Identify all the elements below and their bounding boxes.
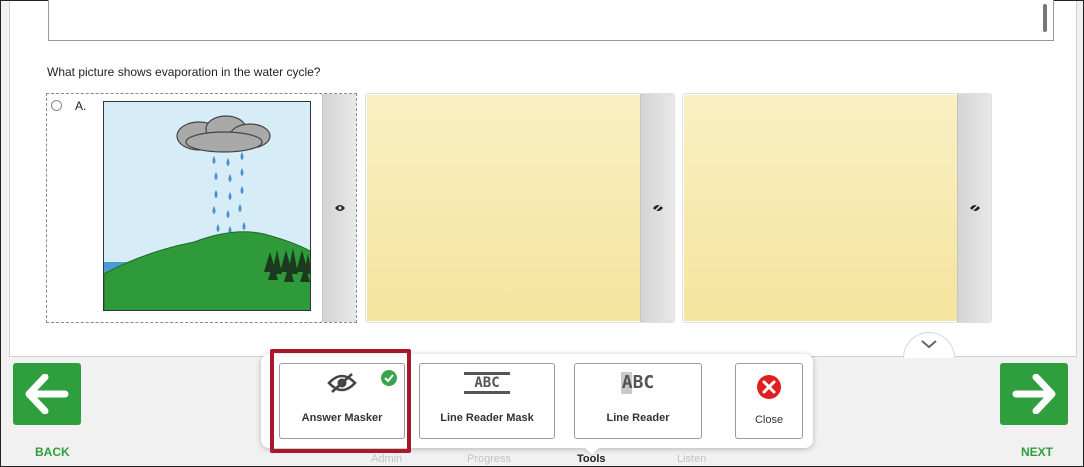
question-text: What picture shows evaporation in the wa… [47, 65, 321, 79]
answer-option-b[interactable] [365, 93, 675, 323]
tab-progress[interactable]: Progress [467, 453, 511, 465]
option-letter: A. [75, 99, 87, 113]
rain-cloud-over-hill-image [103, 101, 311, 311]
chevron-down-icon [921, 340, 937, 349]
arrow-right-icon [1012, 374, 1056, 414]
next-button[interactable] [1000, 363, 1068, 425]
line-reader-mask-button[interactable]: ABC Line Reader Mask [419, 363, 555, 439]
close-icon [757, 375, 781, 399]
eye-icon [334, 205, 345, 211]
passage-text-box[interactable] [48, 0, 1054, 41]
masked-answer-c [684, 95, 958, 321]
answer-option-c[interactable] [682, 93, 992, 323]
tools-panel: Answer Masker ABC Line Reader Mask ABC L… [261, 354, 813, 448]
scrollbar-thumb[interactable] [1043, 4, 1047, 32]
masked-answer-b [367, 95, 641, 321]
eye-slash-icon [327, 373, 357, 393]
tab-listen[interactable]: Listen [677, 453, 706, 465]
answer-masker-label: Answer Masker [301, 412, 383, 424]
line-reader-mask-icon: ABC [420, 372, 554, 394]
line-reader-icon: ABC [620, 372, 656, 394]
line-reader-mask-label: Line Reader Mask [440, 412, 534, 424]
radio-option-a[interactable] [51, 100, 62, 111]
eye-slash-icon [652, 203, 663, 213]
close-label: Close [754, 414, 784, 426]
answer-masker-button[interactable]: Answer Masker [279, 363, 405, 439]
checkmark-icon [381, 370, 397, 386]
line-reader-button[interactable]: ABC Line Reader [574, 363, 702, 439]
app-frame: What picture shows evaporation in the wa… [0, 0, 1084, 467]
line-reader-label: Line Reader [606, 412, 670, 424]
mask-toggle-option-a[interactable] [322, 94, 356, 322]
answer-option-a[interactable]: A. [46, 93, 357, 323]
tab-admin[interactable]: Admin [371, 453, 402, 465]
mask-toggle-option-b[interactable] [640, 94, 674, 322]
bottom-tabs: Admin Progress Tools Listen [1, 453, 1084, 467]
back-button[interactable] [13, 363, 81, 425]
tab-tools[interactable]: Tools [577, 453, 606, 465]
arrow-left-icon [25, 374, 69, 414]
mask-toggle-option-c[interactable] [957, 94, 991, 322]
eye-slash-icon [969, 203, 980, 213]
close-button[interactable]: Close [735, 363, 803, 439]
